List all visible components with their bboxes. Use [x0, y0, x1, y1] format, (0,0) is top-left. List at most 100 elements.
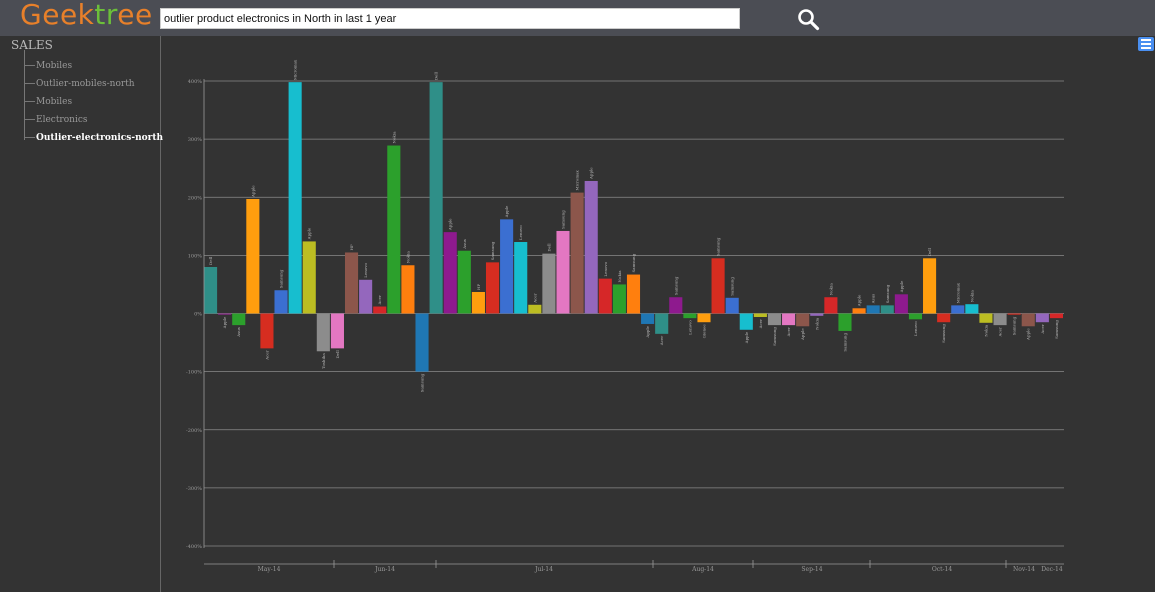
- bar[interactable]: [316, 313, 330, 352]
- logo-letter: G: [20, 0, 43, 31]
- bar[interactable]: [838, 313, 852, 331]
- x-month-label: Oct-14: [932, 566, 953, 573]
- bar[interactable]: [767, 313, 782, 326]
- bar[interactable]: [274, 290, 288, 314]
- y-tick-label: 300%: [188, 137, 203, 143]
- bar[interactable]: [373, 306, 387, 314]
- bar[interactable]: [584, 180, 598, 314]
- bar-label: Acer: [659, 336, 664, 346]
- bar-label: Lenovo: [603, 261, 608, 276]
- logo-letter: e: [59, 0, 78, 31]
- bar-label: HP: [476, 284, 481, 290]
- bar-label: HP: [349, 244, 354, 250]
- x-month-label: Jul-14: [534, 566, 553, 573]
- bar-label: Samsung: [772, 327, 777, 346]
- bar[interactable]: [908, 313, 923, 320]
- bar-label: Samsung: [420, 373, 425, 392]
- bar[interactable]: [923, 258, 937, 314]
- bar[interactable]: [598, 278, 612, 314]
- bar[interactable]: [528, 304, 542, 314]
- bar[interactable]: [443, 232, 457, 314]
- bar[interactable]: [824, 297, 838, 314]
- bar[interactable]: [753, 313, 767, 317]
- sidebar-item-outlier-mobiles-north[interactable]: Outlier-mobiles-north: [24, 79, 135, 89]
- bar[interactable]: [457, 250, 471, 314]
- bar-label: Samsung: [885, 284, 890, 303]
- bar-label: Nokia: [828, 283, 833, 296]
- bar[interactable]: [260, 313, 274, 349]
- bar[interactable]: [697, 313, 711, 323]
- bar-label: Apple: [857, 294, 862, 307]
- bar[interactable]: [979, 313, 993, 323]
- bar[interactable]: [514, 242, 528, 314]
- bar-label: Acer: [377, 295, 382, 305]
- bar[interactable]: [739, 313, 753, 330]
- bar[interactable]: [1049, 313, 1063, 319]
- y-tick-label: 0%: [194, 312, 202, 318]
- bar-label: Samsung: [490, 241, 495, 260]
- bar[interactable]: [246, 198, 260, 314]
- bar-label: Samsung: [561, 210, 566, 229]
- bar-label: Lenovo: [913, 321, 918, 336]
- bar[interactable]: [626, 274, 641, 314]
- bar-label: Dell: [546, 243, 551, 252]
- geektree-logo[interactable]: Geektree: [20, 0, 153, 34]
- bar[interactable]: [359, 279, 373, 314]
- bar[interactable]: [485, 262, 500, 314]
- sidebar-item-mobiles-2[interactable]: Mobiles: [24, 97, 72, 107]
- bar[interactable]: [387, 145, 401, 314]
- bar[interactable]: [894, 294, 908, 314]
- bar[interactable]: [401, 265, 415, 314]
- bar[interactable]: [796, 313, 810, 327]
- bar-label: Acer: [532, 293, 537, 303]
- search-button[interactable]: [796, 7, 820, 31]
- bar[interactable]: [288, 82, 302, 314]
- search-input[interactable]: [160, 8, 740, 29]
- bar[interactable]: [683, 313, 697, 319]
- bar[interactable]: [669, 297, 683, 314]
- bar[interactable]: [782, 313, 796, 326]
- bar-label: Lenovo: [518, 225, 523, 240]
- bar-chart: Dell Apple Asus Apple Acer Samsung Micromax App…: [186, 59, 1064, 573]
- bar[interactable]: [993, 313, 1007, 326]
- bar[interactable]: [204, 267, 218, 314]
- bar[interactable]: [655, 313, 669, 334]
- bar[interactable]: [218, 313, 232, 315]
- sidebar-item-electronics[interactable]: Electronics: [24, 115, 88, 125]
- bar[interactable]: [725, 297, 739, 314]
- bar[interactable]: [542, 253, 556, 314]
- bar[interactable]: [429, 82, 443, 314]
- bar-label: Asus: [871, 294, 876, 305]
- bar[interactable]: [852, 308, 866, 314]
- bar[interactable]: [880, 305, 894, 314]
- bar[interactable]: [415, 313, 429, 372]
- bar[interactable]: [1021, 313, 1035, 327]
- bar-label: Acer: [786, 327, 791, 337]
- bar[interactable]: [937, 313, 951, 323]
- bar-label: Apple: [645, 325, 650, 338]
- bar[interactable]: [641, 313, 655, 324]
- sidebar-item-mobiles[interactable]: Mobiles: [24, 61, 72, 71]
- bar-label: Samsung: [716, 237, 721, 256]
- bar[interactable]: [612, 284, 626, 314]
- bar[interactable]: [232, 313, 246, 326]
- bar-label: Asus: [236, 327, 241, 338]
- bar[interactable]: [570, 192, 584, 314]
- bar[interactable]: [866, 305, 880, 314]
- bar[interactable]: [1035, 313, 1049, 323]
- bar[interactable]: [556, 230, 570, 314]
- bar-label: Nokia: [969, 290, 974, 303]
- bar[interactable]: [711, 258, 725, 314]
- bar[interactable]: [302, 241, 316, 314]
- sidebar-item-outlier-electronics-north[interactable]: Outlier-electronics-north: [24, 133, 163, 143]
- bar[interactable]: [344, 252, 359, 314]
- bar[interactable]: [330, 313, 344, 349]
- bar[interactable]: [965, 304, 979, 314]
- bar[interactable]: [1007, 313, 1021, 315]
- bar[interactable]: [810, 313, 824, 316]
- bar[interactable]: [951, 305, 965, 314]
- bar-label: Lenovo: [363, 263, 368, 278]
- x-month-label: Aug-14: [691, 566, 714, 573]
- bar[interactable]: [500, 219, 514, 314]
- bar[interactable]: [471, 291, 485, 314]
